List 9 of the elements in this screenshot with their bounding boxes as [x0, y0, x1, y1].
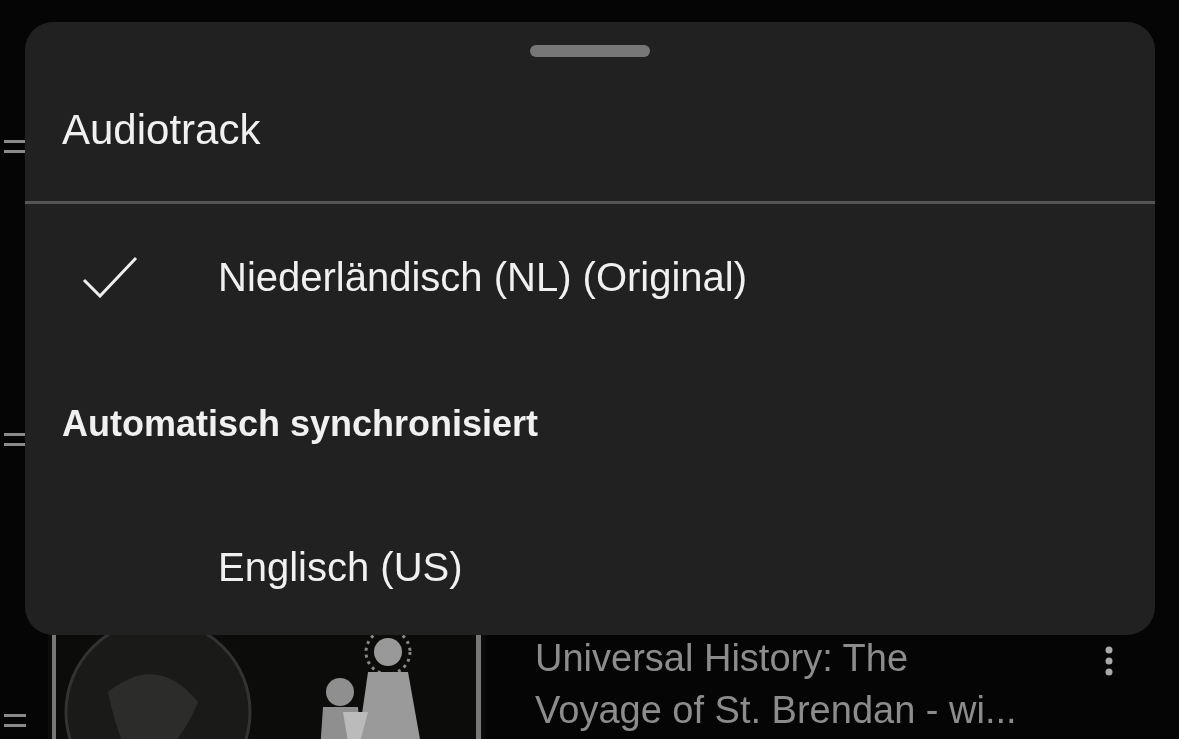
checkmark-icon [82, 256, 138, 298]
drag-handle-icon[interactable] [4, 432, 26, 447]
sheet-title: Audiotrack [61, 105, 262, 155]
drag-handle-icon[interactable] [4, 714, 26, 728]
more-options-icon[interactable] [1105, 646, 1113, 676]
audio-track-option[interactable]: Englisch (US) [25, 494, 1155, 640]
audio-track-option[interactable]: Niederländisch (NL) (Original) [25, 204, 1155, 350]
section-heading: Automatisch synchronisiert [61, 402, 540, 446]
drag-handle-icon[interactable] [4, 139, 26, 154]
